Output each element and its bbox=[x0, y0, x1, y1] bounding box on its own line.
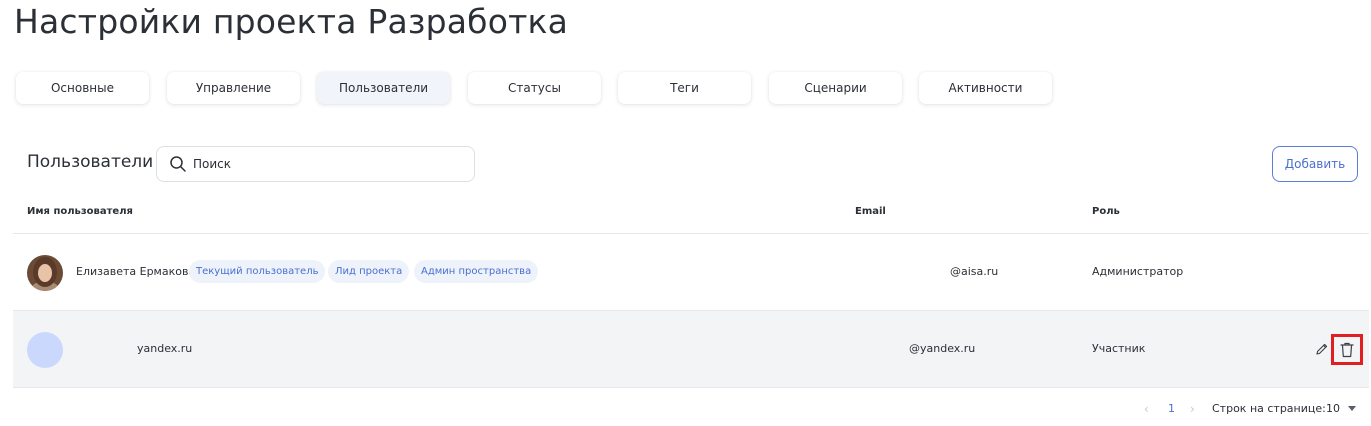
search-input[interactable] bbox=[193, 155, 463, 173]
user-email: @yandex.ru bbox=[909, 342, 976, 355]
user-name: yandex.ru bbox=[137, 342, 193, 355]
tab-tags[interactable]: Теги bbox=[618, 72, 751, 104]
column-header-email: Email bbox=[855, 206, 886, 217]
tab-statuses[interactable]: Статусы bbox=[468, 72, 601, 104]
badge-space-admin: Админ пространства bbox=[414, 260, 539, 283]
badge-current-user: Текущий пользователь bbox=[189, 260, 326, 283]
column-header-role: Роль bbox=[1092, 206, 1120, 217]
tab-scenarios[interactable]: Сценарии bbox=[769, 72, 902, 104]
rows-per-page-label: Строк на странице: bbox=[1212, 402, 1326, 415]
table-row[interactable]: yandex.ru @yandex.ru Участник bbox=[13, 311, 1369, 388]
avatar bbox=[27, 255, 63, 291]
tab-management[interactable]: Управление bbox=[167, 72, 300, 104]
column-header-username: Имя пользователя bbox=[27, 206, 133, 217]
badge-project-lead: Лид проекта bbox=[328, 260, 410, 283]
page-title: Настройки проекта Разработка bbox=[14, 2, 569, 41]
section-title: Пользователи bbox=[27, 152, 154, 172]
avatar bbox=[27, 332, 63, 368]
add-user-button[interactable]: Добавить bbox=[1272, 146, 1358, 182]
tab-users[interactable]: Пользователи bbox=[317, 72, 450, 104]
edit-icon[interactable] bbox=[1315, 342, 1329, 356]
delete-user-button[interactable] bbox=[1331, 334, 1363, 365]
tab-activities[interactable]: Активности bbox=[919, 72, 1052, 104]
user-name: Елизавета Ермакова bbox=[76, 265, 196, 278]
user-role: Участник bbox=[1092, 342, 1146, 355]
chevron-left-icon[interactable]: ‹ bbox=[1144, 402, 1149, 416]
chevron-right-icon[interactable]: › bbox=[1190, 402, 1195, 416]
tab-basic[interactable]: Основные bbox=[16, 72, 149, 104]
search-box[interactable] bbox=[156, 146, 475, 182]
pagination-page[interactable]: 1 bbox=[1168, 402, 1175, 415]
table-row[interactable]: Елизавета Ермакова Текущий пользователь … bbox=[13, 234, 1369, 311]
caret-down-icon[interactable] bbox=[1348, 406, 1356, 412]
delete-icon bbox=[1340, 342, 1354, 358]
user-role: Администратор bbox=[1092, 265, 1184, 278]
search-icon bbox=[170, 156, 186, 172]
user-email: @aisa.ru bbox=[950, 265, 999, 278]
rows-per-page-select[interactable]: 10 bbox=[1326, 402, 1340, 415]
